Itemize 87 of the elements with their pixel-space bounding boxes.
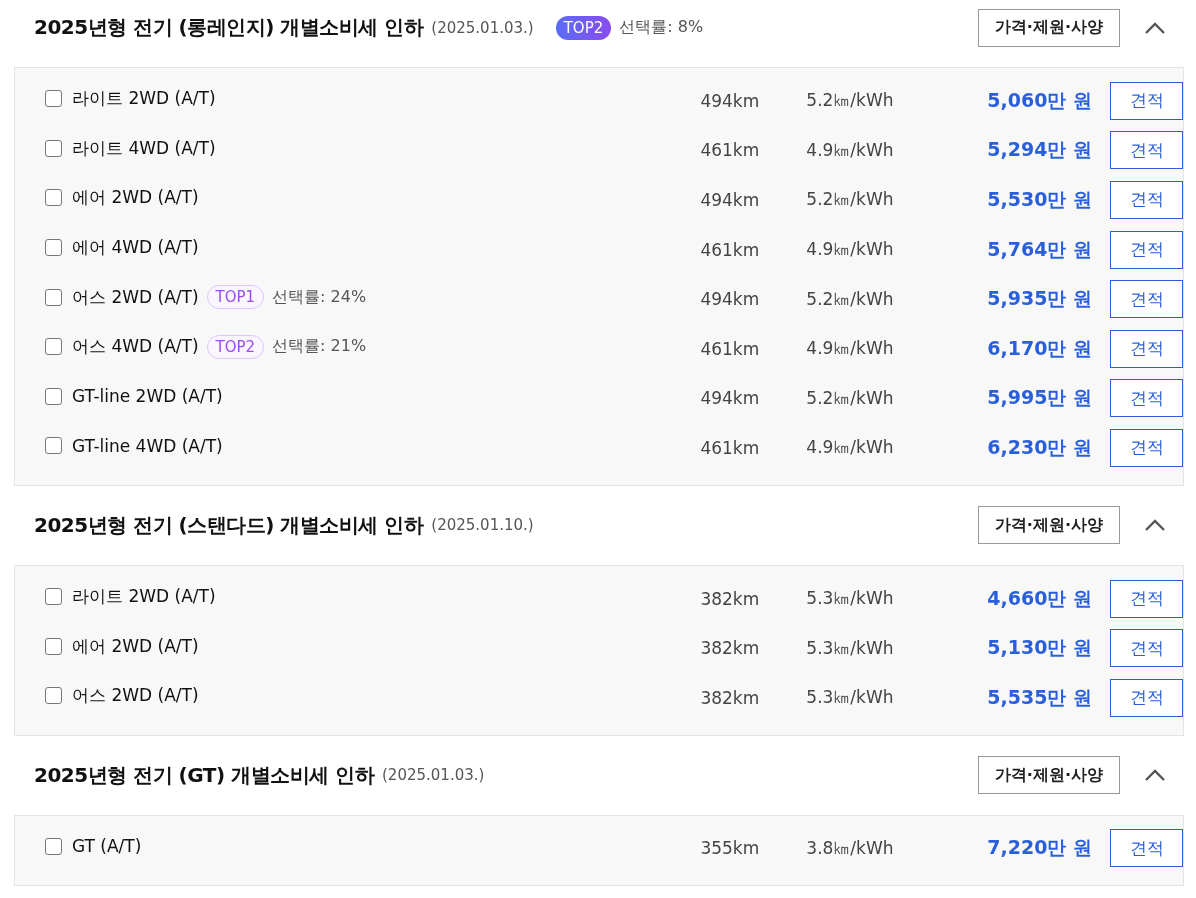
driving-range: 494km	[700, 289, 761, 310]
efficiency: 5.3㎞/kWh	[806, 587, 895, 611]
rank-badge: TOP2	[555, 15, 612, 40]
checkbox[interactable]	[45, 687, 62, 705]
price: 5,294만 원	[986, 137, 1093, 163]
driving-range: 461km	[700, 338, 761, 359]
driving-range: 494km	[700, 90, 761, 111]
quote-button[interactable]: 견적	[1110, 131, 1183, 170]
section-title: 2025년형 전기 (롱레인지) 개별소비세 인하	[34, 14, 424, 41]
price: 5,764만 원	[986, 236, 1093, 262]
trim-name[interactable]: 어스 4WD (A/T)	[72, 335, 199, 359]
quote-button[interactable]: 견적	[1110, 280, 1183, 319]
checkbox[interactable]	[45, 437, 62, 455]
section-date: (2025.01.03.)	[431, 18, 534, 37]
checkbox[interactable]	[45, 637, 62, 655]
section-date: (2025.01.03.)	[382, 766, 485, 785]
trim-name[interactable]: GT-line 2WD (A/T)	[72, 386, 223, 407]
price: 7,220만 원	[986, 835, 1093, 861]
price: 5,935만 원	[986, 286, 1093, 312]
spec-button[interactable]: 가격·제원·사양	[977, 506, 1120, 545]
efficiency: 5.3㎞/kWh	[806, 636, 895, 660]
efficiency: 5.2㎞/kWh	[806, 188, 895, 212]
quote-button[interactable]: 견적	[1110, 379, 1183, 418]
driving-range: 461km	[700, 437, 761, 458]
selection-rate: 선택률: 21%	[272, 336, 367, 358]
rank-badge: TOP1	[206, 285, 265, 310]
driving-range: 461km	[700, 140, 761, 161]
price: 5,530만 원	[986, 187, 1093, 212]
driving-range: 382km	[700, 588, 761, 609]
price: 6,230만 원	[986, 434, 1093, 460]
checkbox[interactable]	[45, 288, 62, 306]
quote-button[interactable]: 견적	[1110, 579, 1183, 618]
price: 5,060만 원	[986, 87, 1093, 113]
quote-button[interactable]: 견적	[1110, 181, 1183, 219]
efficiency: 4.9㎞/kWh	[806, 337, 895, 361]
quote-button[interactable]: 견적	[1110, 829, 1183, 868]
quote-button[interactable]: 견적	[1110, 81, 1183, 120]
trim-name[interactable]: 라이트 2WD (A/T)	[72, 585, 216, 609]
selection-rate: 선택률: 8%	[619, 17, 704, 38]
price: 4,660만 원	[986, 585, 1093, 611]
checkbox[interactable]	[45, 90, 62, 108]
selection-rate: 선택률: 24%	[272, 286, 367, 308]
spec-button[interactable]: 가격·제원·사양	[977, 756, 1120, 795]
quote-button[interactable]: 견적	[1110, 329, 1183, 368]
trim-name[interactable]: GT-line 4WD (A/T)	[72, 435, 223, 456]
price: 6,170만 원	[986, 335, 1093, 361]
checkbox[interactable]	[45, 139, 62, 157]
driving-range: 355km	[700, 838, 761, 859]
checkbox[interactable]	[45, 387, 62, 405]
quote-button[interactable]: 견적	[1110, 230, 1183, 269]
section-title: 2025년형 전기 (GT) 개별소비세 인하	[34, 761, 374, 789]
checkbox[interactable]	[45, 338, 62, 356]
checkbox[interactable]	[45, 588, 62, 606]
efficiency: 5.2㎞/kWh	[806, 287, 895, 311]
efficiency: 5.2㎞/kWh	[806, 89, 895, 113]
trim-name[interactable]: 라이트 4WD (A/T)	[72, 136, 216, 160]
efficiency: 4.9㎞/kWh	[806, 436, 895, 460]
trim-name[interactable]: 에어 2WD (A/T)	[72, 634, 199, 658]
price: 5,535만 원	[986, 684, 1093, 710]
price: 5,130만 원	[986, 635, 1093, 661]
driving-range: 494km	[700, 190, 761, 210]
section-date: (2025.01.10.)	[431, 516, 534, 535]
quote-button[interactable]: 견적	[1110, 678, 1183, 717]
checkbox[interactable]	[45, 837, 62, 855]
quote-button[interactable]: 견적	[1110, 629, 1183, 668]
driving-range: 382km	[700, 638, 761, 659]
driving-range: 461km	[700, 239, 761, 260]
trim-name[interactable]: 에어 2WD (A/T)	[72, 186, 199, 210]
efficiency: 4.9㎞/kWh	[806, 138, 895, 162]
section-title: 2025년형 전기 (스탠다드) 개별소비세 인하	[34, 511, 424, 539]
trim-name[interactable]: 어스 2WD (A/T)	[72, 285, 199, 309]
efficiency: 4.9㎞/kWh	[806, 238, 895, 262]
driving-range: 382km	[700, 687, 761, 708]
trim-name[interactable]: GT (A/T)	[72, 836, 142, 857]
efficiency: 3.8㎞/kWh	[806, 836, 895, 860]
quote-button[interactable]: 견적	[1110, 428, 1183, 467]
trim-name[interactable]: 라이트 2WD (A/T)	[72, 87, 216, 111]
driving-range: 494km	[700, 388, 761, 409]
checkbox[interactable]	[45, 189, 62, 207]
trim-name[interactable]: 어스 2WD (A/T)	[72, 684, 199, 708]
efficiency: 5.3㎞/kWh	[806, 686, 895, 710]
checkbox[interactable]	[45, 239, 62, 257]
price: 5,995만 원	[986, 385, 1093, 411]
rank-badge: TOP2	[206, 334, 265, 359]
trim-name[interactable]: 에어 4WD (A/T)	[72, 236, 199, 260]
spec-button[interactable]: 가격·제원·사양	[977, 8, 1120, 47]
efficiency: 5.2㎞/kWh	[806, 386, 895, 410]
